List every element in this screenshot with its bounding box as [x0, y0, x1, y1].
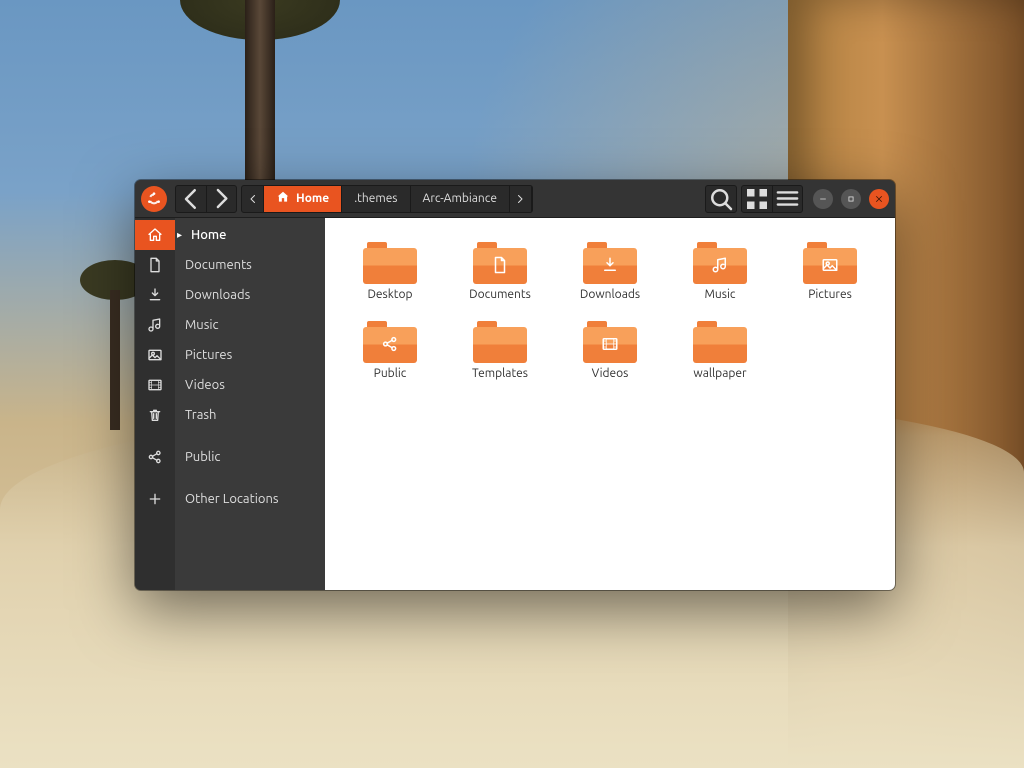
folder-label: Desktop	[367, 288, 412, 301]
folder-downloads[interactable]: Downloads	[557, 236, 663, 307]
folder-videos[interactable]: Videos	[557, 315, 663, 386]
folder-documents[interactable]: Documents	[447, 236, 553, 307]
icon-view-button[interactable]	[742, 186, 772, 212]
music-icon	[693, 256, 747, 274]
rail-item-documents[interactable]	[135, 250, 175, 280]
folder-label: Videos	[592, 367, 629, 380]
breadcrumb-label: Arc-Ambiance	[423, 192, 497, 205]
home-icon	[276, 190, 290, 207]
window-maximize-button[interactable]	[841, 189, 861, 209]
breadcrumb-segment-arc-ambiance[interactable]: Arc-Ambiance	[411, 186, 510, 212]
folder-icon	[473, 321, 527, 363]
folder-grid: Desktop Documents Downloads Music Pictur…	[337, 236, 883, 386]
folder-label: Templates	[472, 367, 528, 380]
sidebar-item-label: Music	[185, 318, 219, 332]
window-body: Home Documents Downloads Music Pictures Video…	[135, 218, 895, 590]
folder-icon	[583, 242, 637, 284]
folder-label: wallpaper	[693, 367, 746, 380]
folder-icon	[583, 321, 637, 363]
sidebar-item-label: Downloads	[185, 288, 250, 302]
document-icon	[473, 256, 527, 274]
sidebar-item-label: Public	[185, 450, 220, 464]
rail-item-home[interactable]	[135, 220, 175, 250]
nav-forward-button[interactable]	[206, 186, 236, 212]
toolbar-view	[741, 185, 803, 213]
breadcrumb: Home .themes Arc-Ambiance	[241, 185, 533, 213]
ubuntu-logo-icon[interactable]	[141, 186, 167, 212]
hamburger-menu-button[interactable]	[772, 186, 802, 212]
breadcrumb-label: .themes	[354, 192, 397, 205]
folder-music[interactable]: Music	[667, 236, 773, 307]
sidebar-item-label: Trash	[185, 408, 216, 422]
toolbar-search	[705, 185, 737, 213]
nav-back-button[interactable]	[176, 186, 206, 212]
folder-templates[interactable]: Templates	[447, 315, 553, 386]
search-button[interactable]	[706, 186, 736, 212]
folder-label: Documents	[469, 288, 531, 301]
folder-label: Music	[705, 288, 736, 301]
sidebar-item-downloads[interactable]: Downloads	[175, 280, 325, 310]
sidebar-item-other-locations[interactable]: Other Locations	[175, 484, 325, 514]
share-icon	[363, 335, 417, 353]
folder-pictures[interactable]: Pictures	[777, 236, 883, 307]
videos-icon	[583, 335, 637, 353]
rail-item-music[interactable]	[135, 310, 175, 340]
window-minimize-button[interactable]	[813, 189, 833, 209]
rail-item-downloads[interactable]	[135, 280, 175, 310]
rail-item-public[interactable]	[135, 442, 175, 472]
sidebar-item-videos[interactable]: Videos	[175, 370, 325, 400]
sidebar-item-label: Videos	[185, 378, 225, 392]
folder-icon	[363, 242, 417, 284]
folder-label: Public	[374, 367, 407, 380]
window-close-button[interactable]	[869, 189, 889, 209]
folder-icon	[363, 321, 417, 363]
breadcrumb-label: Home	[296, 192, 329, 205]
folder-wallpaper[interactable]: wallpaper	[667, 315, 773, 386]
sidebar-item-pictures[interactable]: Pictures	[175, 340, 325, 370]
folder-icon	[473, 242, 527, 284]
folder-icon	[693, 321, 747, 363]
folder-desktop[interactable]: Desktop	[337, 236, 443, 307]
sidebar-item-label: Home	[191, 228, 226, 242]
breadcrumb-segment-themes[interactable]: .themes	[342, 186, 410, 212]
sidebar-item-documents[interactable]: Documents	[175, 250, 325, 280]
nav-back-forward	[175, 185, 237, 213]
titlebar: Home .themes Arc-Ambiance	[135, 180, 895, 218]
sidebar-item-home[interactable]: Home	[175, 220, 325, 250]
breadcrumb-prev-button[interactable]	[242, 186, 264, 212]
folder-label: Pictures	[808, 288, 852, 301]
rail-item-other-locations[interactable]	[135, 484, 175, 514]
sidebar-item-label: Pictures	[185, 348, 232, 362]
rail-item-trash[interactable]	[135, 400, 175, 430]
file-manager-window: Home .themes Arc-Ambiance HomeDocumentsD…	[135, 180, 895, 590]
breadcrumb-next-button[interactable]	[510, 186, 532, 212]
wallpaper-tree	[110, 290, 120, 430]
rail-item-pictures[interactable]	[135, 340, 175, 370]
rail-item-videos[interactable]	[135, 370, 175, 400]
pictures-icon	[803, 256, 857, 274]
sidebar-item-label: Documents	[185, 258, 252, 272]
places-rail	[135, 218, 175, 590]
sidebar-item-label: Other Locations	[185, 492, 279, 506]
sidebar-item-public[interactable]: Public	[175, 442, 325, 472]
folder-icon	[803, 242, 857, 284]
breadcrumb-segment-home[interactable]: Home	[264, 186, 342, 212]
sidebar-item-trash[interactable]: Trash	[175, 400, 325, 430]
window-controls	[813, 189, 889, 209]
download-icon	[583, 256, 637, 274]
sidebar-item-music[interactable]: Music	[175, 310, 325, 340]
places-sidebar: Home Documents Downloads Music Pictures Video…	[175, 218, 325, 590]
folder-public[interactable]: Public	[337, 315, 443, 386]
folder-content-area[interactable]: Desktop Documents Downloads Music Pictur…	[325, 218, 895, 590]
folder-label: Downloads	[580, 288, 640, 301]
folder-icon	[693, 242, 747, 284]
